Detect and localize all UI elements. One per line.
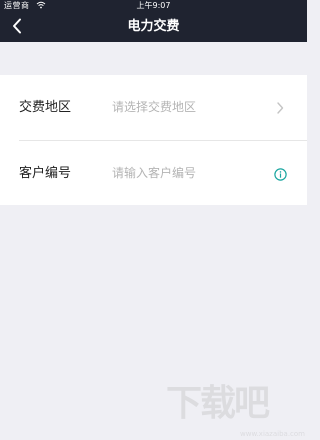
status-time: 上午9:07	[136, 1, 171, 10]
page-title: 电力交费	[127, 19, 180, 34]
chevron-right-icon	[271, 99, 289, 117]
info-circle-icon[interactable]	[271, 165, 289, 183]
top-bar: 运营商 上午9:07 电力交费	[0, 0, 307, 42]
region-select-row[interactable]: 交费地区 请选择交费地区	[0, 75, 307, 140]
region-select[interactable]: 请选择交费地区	[112, 75, 196, 140]
status-bar: 运营商 上午9:07	[0, 0, 307, 11]
watermark-url: www.xiazaiba.com	[240, 430, 305, 438]
watermark-logo-text: 下载吧	[166, 382, 270, 424]
region-label: 交费地区	[19, 100, 72, 115]
customer-number-input[interactable]: 请输入客户编号	[112, 141, 196, 206]
navigation-bar: 电力交费	[0, 11, 307, 42]
customer-number-row[interactable]: 客户编号 请输入客户编号	[0, 141, 307, 206]
customer-number-label: 客户编号	[19, 166, 72, 181]
watermark: 下载吧 www.xiazaiba.com	[166, 372, 307, 440]
form-card: 交费地区 请选择交费地区 客户编号 请输入客户编号	[0, 75, 307, 205]
